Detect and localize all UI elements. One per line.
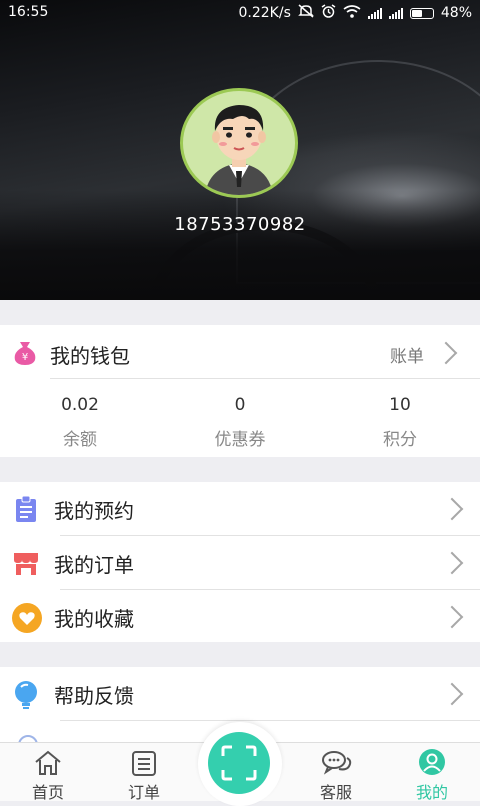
user-phone-number: 18753370982 — [174, 214, 306, 235]
balance-label: 余额 — [63, 430, 97, 450]
menu-section: 我的预约 我的订单 我的收藏 — [0, 482, 480, 642]
menu-item-orders[interactable]: 我的订单 — [0, 536, 480, 590]
scan-icon — [221, 745, 257, 785]
tab-home-label: 首页 — [31, 783, 64, 802]
home-icon — [33, 749, 63, 777]
svg-text:¥: ¥ — [22, 352, 28, 363]
wallet-row[interactable]: ¥ 我的钱包 账单 — [0, 325, 480, 379]
coupon-value: 0 — [234, 395, 246, 415]
balance-stat[interactable]: 0.02 余额 — [20, 395, 140, 450]
partial-menu-item[interactable] — [18, 735, 38, 742]
lightbulb-icon — [12, 680, 40, 709]
avatar[interactable] — [180, 88, 298, 198]
coupon-stat[interactable]: 0 优惠券 — [180, 395, 300, 450]
points-label: 积分 — [383, 430, 417, 450]
clipboard-icon — [12, 495, 40, 523]
money-bag-icon: ¥ — [11, 338, 39, 370]
menu-label-favorites: 我的收藏 — [54, 606, 134, 631]
heart-icon — [12, 603, 42, 633]
points-stat[interactable]: 10 积分 — [340, 395, 460, 450]
tab-mine-label: 我的 — [415, 783, 448, 802]
status-bar: 16:55 0.22K/s 48% — [0, 0, 480, 26]
chevron-right-icon — [440, 551, 464, 575]
battery-icon — [409, 7, 434, 19]
signal-icon — [367, 7, 382, 19]
tab-orders[interactable]: 订单 — [96, 743, 192, 802]
tab-mine[interactable]: 我的 — [384, 743, 480, 802]
signal-icon — [388, 7, 403, 19]
tab-service[interactable]: 客服 — [288, 743, 384, 802]
balance-value: 0.02 — [61, 395, 99, 415]
wallet-section: ¥ 我的钱包 账单 0.02 余额 0 优惠券 10 积分 — [0, 325, 480, 457]
coupon-label: 优惠券 — [214, 430, 266, 450]
wallet-title: 我的钱包 — [50, 344, 130, 368]
points-value: 10 — [389, 395, 411, 415]
menu-label-help: 帮助反馈 — [54, 683, 134, 708]
status-time: 16:55 — [8, 4, 49, 20]
wifi-icon — [343, 4, 361, 22]
chevron-right-icon — [440, 605, 464, 629]
menu-item-help[interactable]: 帮助反馈 — [0, 667, 480, 721]
chevron-right-icon — [440, 682, 464, 706]
chevron-right-icon — [440, 497, 464, 521]
background-dashboard — [0, 190, 480, 300]
scan-button[interactable] — [208, 732, 270, 794]
alarm-icon — [321, 4, 336, 22]
user-icon — [417, 749, 447, 777]
chevron-right-icon — [434, 341, 458, 365]
list-icon — [129, 749, 159, 777]
menu-label-appointment: 我的预约 — [54, 498, 134, 523]
chat-icon — [321, 749, 352, 777]
divider — [50, 378, 480, 379]
tab-home[interactable]: 首页 — [0, 743, 96, 802]
tab-service-label: 客服 — [319, 783, 352, 802]
menu-item-favorites[interactable]: 我的收藏 — [0, 590, 480, 644]
scan-button-wrapper — [198, 722, 282, 806]
profile-header: 18753370982 — [0, 0, 480, 300]
tab-orders-label: 订单 — [127, 783, 160, 802]
mute-icon — [298, 4, 314, 22]
bill-link[interactable]: 账单 — [390, 342, 424, 367]
battery-percent: 48% — [440, 5, 472, 21]
menu-label-orders: 我的订单 — [54, 552, 134, 577]
menu-item-appointment[interactable]: 我的预约 — [0, 482, 480, 536]
store-icon — [12, 549, 40, 577]
network-speed: 0.22K/s — [238, 5, 291, 21]
divider — [60, 720, 480, 721]
